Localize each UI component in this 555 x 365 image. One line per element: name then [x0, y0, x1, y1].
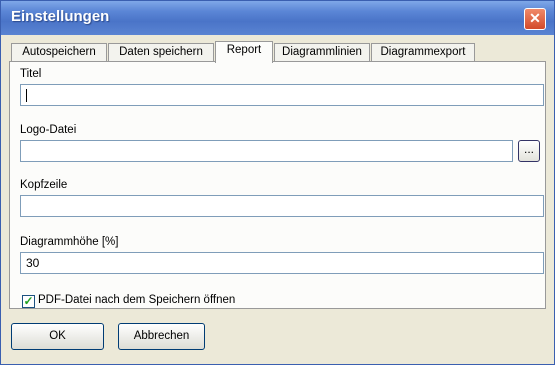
browse-button[interactable]: ...	[518, 140, 540, 162]
window-title: Einstellungen	[11, 8, 110, 25]
text-caret	[26, 89, 27, 103]
tab-diagrammexport[interactable]: Diagrammexport	[371, 43, 475, 61]
report-panel: Titel Logo-Datei ... Kopfzeile Diagrammh…	[9, 61, 546, 309]
title-bar[interactable]: Einstellungen ✕	[1, 1, 554, 35]
pdf-open-label: PDF-Datei nach dem Speichern öffnen	[38, 294, 236, 306]
diagrammhoehe-label: Diagrammhöhe [%]	[20, 236, 119, 248]
logo-label: Logo-Datei	[20, 124, 77, 136]
tab-report[interactable]: Report	[215, 41, 273, 63]
pdf-open-checkbox[interactable]: ✓	[22, 295, 35, 308]
close-button[interactable]: ✕	[524, 8, 546, 30]
tab-strip: Autospeichern Daten speichern Report Dia…	[11, 41, 551, 63]
tab-diagrammlinien[interactable]: Diagrammlinien	[274, 43, 370, 61]
checkmark-icon: ✓	[23, 294, 34, 308]
ok-button[interactable]: OK	[11, 323, 104, 350]
settings-dialog: Einstellungen ✕ Autospeichern Daten spei…	[0, 0, 555, 365]
titel-label: Titel	[20, 68, 42, 80]
titel-input[interactable]	[20, 84, 544, 106]
kopfzeile-input[interactable]	[20, 195, 544, 217]
tab-autospeichern[interactable]: Autospeichern	[11, 43, 107, 61]
logo-input[interactable]	[20, 140, 513, 162]
close-icon: ✕	[529, 10, 541, 26]
cancel-button[interactable]: Abbrechen	[118, 323, 205, 350]
diagrammhoehe-input[interactable]: 30	[20, 252, 544, 274]
kopfzeile-label: Kopfzeile	[20, 179, 68, 191]
tab-daten-speichern[interactable]: Daten speichern	[108, 43, 214, 61]
